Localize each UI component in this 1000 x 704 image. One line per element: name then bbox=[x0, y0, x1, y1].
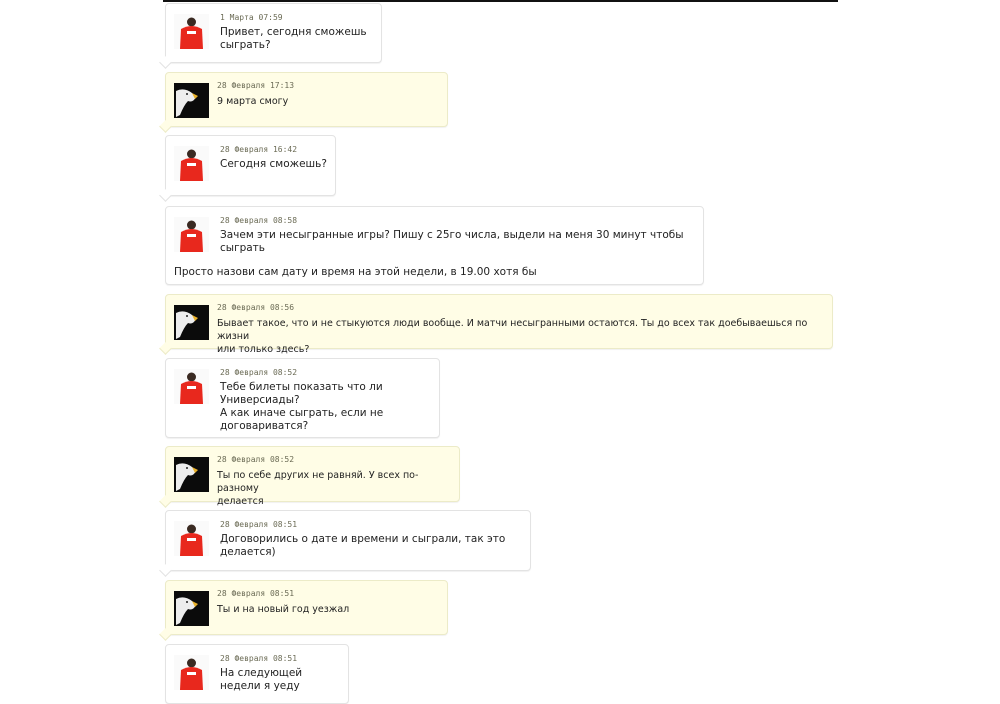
message-text: Бывает такое, что и не стыкуются люди во… bbox=[217, 318, 808, 355]
bubble-tail bbox=[159, 564, 172, 577]
message-timestamp: 28 Февраля 17:13 bbox=[217, 81, 295, 90]
message-timestamp: 1 Марта 07:59 bbox=[220, 13, 283, 22]
message-thread[interactable]: 1 Марта 07:59 Привет, сегодня сможешь сы… bbox=[0, 0, 1000, 704]
message[interactable]: 28 Февраля 08:51 На следующей недели я у… bbox=[165, 644, 349, 704]
message-text: Ты и на новый год уезжал bbox=[217, 604, 350, 615]
message-text: Сегодня сможешь? bbox=[220, 158, 327, 170]
message-timestamp: 28 Февраля 08:52 bbox=[217, 455, 295, 464]
avatar[interactable] bbox=[174, 655, 209, 690]
message-timestamp: 28 Февраля 08:51 bbox=[220, 654, 298, 663]
eagle-avatar-icon bbox=[176, 89, 198, 117]
message-timestamp: 28 Февраля 08:56 bbox=[217, 303, 295, 312]
message-timestamp: 28 Февраля 08:51 bbox=[220, 520, 298, 529]
red-jacket-avatar-icon bbox=[180, 149, 203, 181]
message-text: Договорились о дате и времени и сыграли,… bbox=[220, 533, 506, 558]
message-text: Зачем эти несыгранные игры? Пишу с 25го … bbox=[220, 229, 684, 254]
avatar[interactable] bbox=[174, 83, 209, 118]
avatar[interactable] bbox=[174, 217, 209, 252]
bubble-tail bbox=[159, 120, 172, 133]
message-text: На следующей недели я уеду bbox=[220, 667, 303, 692]
message-timestamp: 28 Февраля 08:58 bbox=[220, 216, 298, 225]
message-timestamp: 28 Февраля 16:42 bbox=[220, 145, 298, 154]
red-jacket-avatar-icon bbox=[180, 372, 203, 404]
message[interactable]: 28 Февраля 17:13 9 марта смогу bbox=[159, 72, 448, 133]
message[interactable]: 28 Февраля 16:42 Сегодня сможешь? bbox=[159, 135, 336, 202]
message[interactable]: 1 Марта 07:59 Привет, сегодня сможешь сы… bbox=[159, 3, 382, 69]
message-timestamp: 28 Февраля 08:51 bbox=[217, 589, 295, 598]
avatar[interactable] bbox=[174, 305, 209, 340]
avatar[interactable] bbox=[174, 457, 209, 492]
bubble-tail bbox=[159, 189, 172, 202]
bubble-tail bbox=[159, 495, 172, 508]
message[interactable]: 28 Февраля 08:58 Зачем эти несыгранные и… bbox=[165, 206, 704, 285]
eagle-avatar-icon bbox=[176, 463, 198, 491]
message-timestamp: 28 Февраля 08:52 bbox=[220, 368, 298, 377]
avatar[interactable] bbox=[174, 369, 209, 404]
message-extra-line: Просто назови сам дату и время на этой н… bbox=[174, 266, 537, 278]
red-jacket-avatar-icon bbox=[180, 658, 203, 690]
eagle-avatar-icon bbox=[176, 597, 198, 625]
message-text: Привет, сегодня сможешь сыграть? bbox=[220, 26, 367, 51]
message[interactable]: 28 Февраля 08:51 Ты и на новый год уезжа… bbox=[159, 580, 448, 641]
bubble-tail bbox=[159, 56, 172, 69]
message[interactable]: 28 Февраля 08:52 Ты по себе других не ра… bbox=[159, 446, 460, 508]
avatar[interactable] bbox=[174, 146, 209, 181]
avatar[interactable] bbox=[174, 14, 209, 49]
bubble-tail bbox=[159, 342, 172, 355]
red-jacket-avatar-icon bbox=[180, 220, 203, 252]
red-jacket-avatar-icon bbox=[180, 17, 203, 49]
bubble-tail bbox=[159, 628, 172, 641]
message[interactable]: 28 Февраля 08:56 Бывает такое, что и не … bbox=[159, 294, 833, 355]
message[interactable]: 28 Февраля 08:51 Договорились о дате и в… bbox=[159, 510, 531, 577]
message-text: 9 марта смогу bbox=[217, 96, 289, 107]
message[interactable]: 28 Февраля 08:52 Тебе билеты показать чт… bbox=[165, 358, 440, 438]
avatar[interactable] bbox=[174, 521, 209, 556]
message-text: Ты по себе других не равняй. У всех по-р… bbox=[217, 470, 419, 507]
eagle-avatar-icon bbox=[176, 311, 198, 339]
avatar[interactable] bbox=[174, 591, 209, 626]
red-jacket-avatar-icon bbox=[180, 524, 203, 556]
message-text: Тебе билеты показать что ли Универсиады?… bbox=[220, 381, 384, 432]
